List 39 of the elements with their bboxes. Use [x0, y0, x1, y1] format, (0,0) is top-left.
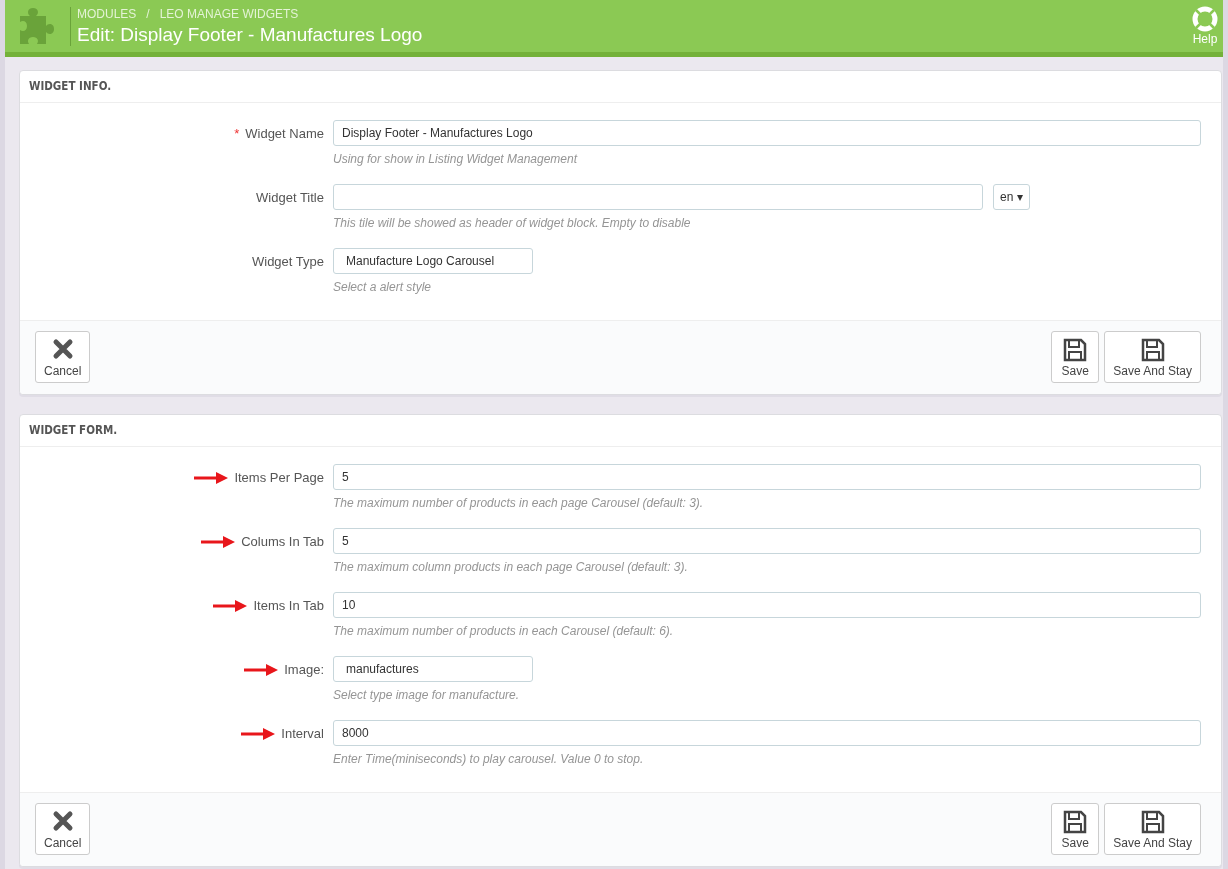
field-label: Widget Title [256, 190, 324, 205]
required-asterisk: * [234, 126, 240, 141]
text-field[interactable]: 5 [333, 464, 1201, 490]
save-button[interactable]: Save And Stay [1104, 803, 1201, 855]
breadcrumb-separator: / [146, 6, 150, 21]
field-label: Colums In Tab [241, 534, 324, 549]
text-field[interactable]: 5 [333, 528, 1201, 554]
help-text: Select a alert style [333, 280, 433, 294]
close-icon [51, 810, 74, 832]
text-field[interactable]: 10 [333, 592, 1201, 618]
panel-heading: WIDGET FORM. [20, 415, 1221, 447]
close-icon [51, 338, 74, 360]
help-text: The maximum column products in each page Carousel (default: 3). [333, 560, 689, 574]
lifebuoy-icon [1192, 6, 1218, 32]
help-text: The maximum number of products in each page Carousel (default: 3). [333, 496, 705, 510]
text-field[interactable]: manufactures [333, 656, 533, 682]
cancel-button[interactable]: Cancel [35, 803, 91, 855]
field-label: Widget Type [251, 254, 324, 269]
field-label: Items In Tab [253, 598, 324, 613]
panel-heading: WIDGET INFO. [20, 71, 1221, 103]
field-label: Interval [281, 726, 324, 741]
save-button[interactable]: Save And Stay [1104, 331, 1201, 383]
field-label: Widget Name [245, 126, 324, 141]
help-text: This tile will be showed as header of widget block. Empty to disable [333, 216, 692, 230]
save-button[interactable]: Save [1051, 331, 1100, 383]
field-label: Image: [284, 662, 324, 677]
help-text: Select type image for manufacture. [333, 688, 521, 702]
text-field[interactable]: Display Footer - Manufactures Logo [333, 120, 1201, 146]
text-field[interactable] [333, 184, 983, 210]
cancel-button[interactable]: Cancel [35, 331, 91, 383]
field-label: Items Per Page [234, 470, 324, 485]
text-field[interactable]: 8000 [333, 720, 1201, 746]
help-text: Enter Time(miniseconds) to play carousel. Value 0 to stop. [333, 752, 645, 766]
page-title: Edit: Display Footer - Manufactures Logo [77, 23, 424, 46]
help-text: Using for show in Listing Widget Management [333, 152, 579, 166]
help-text: The maximum number of products in each Carousel (default: 6). [333, 624, 675, 638]
save-button[interactable]: Save [1051, 803, 1100, 855]
language-dropdown[interactable]: en ▾ [993, 184, 1030, 210]
text-field[interactable]: Manufacture Logo Carousel [333, 248, 533, 274]
